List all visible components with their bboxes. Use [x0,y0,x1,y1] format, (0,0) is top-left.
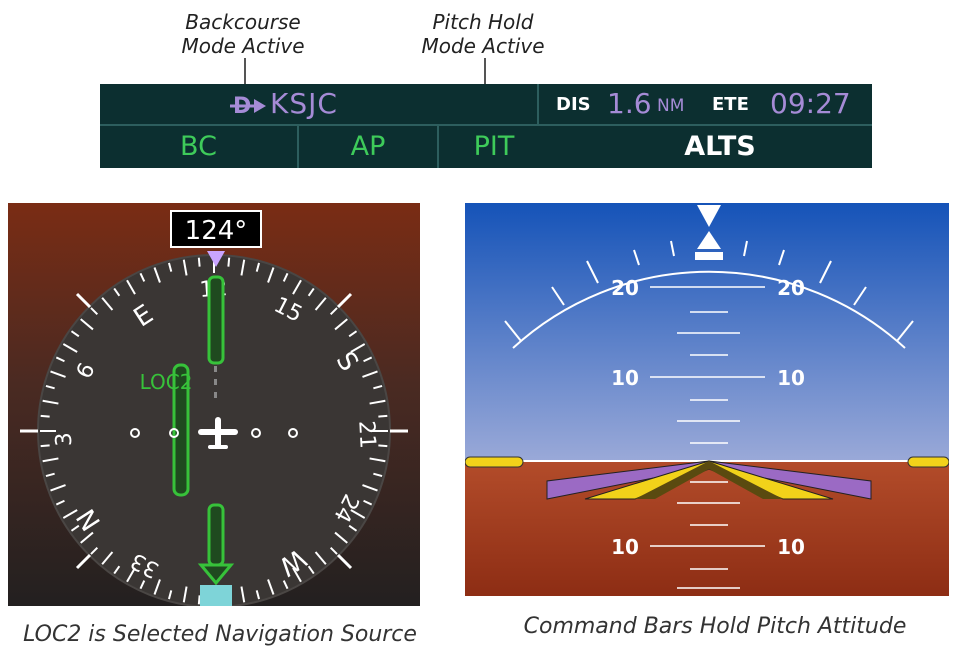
pitch-label-20-right: 20 [777,276,805,300]
pitch-label-10-left: 10 [611,366,639,390]
vertical-mode-annunciator: PIT [473,131,515,162]
autopilot-annunciator: AP [350,131,386,162]
navigation-status-bar: D KSJC DIS 1.6 NM ETE 09:27 BC AP PIT AL… [100,84,872,168]
pitch-label-20-left: 20 [611,276,639,300]
callout-pitch-hold: Pitch Hold Mode Active [408,10,558,58]
left-wing-marker [465,456,524,468]
compass-tick [378,414,388,418]
ete-label: ETE [712,94,749,115]
hsi-display: 12 15 S 21 24 W 33 N 3 6 E 124° LOC2 [8,203,420,606]
ete-value: 09:27 [770,87,851,120]
compass-tick [40,444,50,448]
pitch-label-neg10-right: 10 [777,535,805,559]
callout-backcourse: Backcourse Mode Active [168,10,318,58]
label-3: 3 [52,432,78,447]
compass-tick [227,257,231,267]
roll-pointer-base [695,252,723,260]
callout-backcourse-line2: Mode Active [181,34,305,58]
pitch-label-10-right: 10 [777,366,805,390]
callout-backcourse-line1: Backcourse [185,10,301,34]
right-wing-marker [907,456,949,468]
distance-label: DIS [556,94,591,115]
distance-unit: NM [657,96,685,116]
callout-pitch-line1: Pitch Hold [432,10,534,34]
compass-tick [40,414,50,418]
compass-tick [197,595,201,605]
compass-tick [197,257,201,267]
hsi-caption: LOC2 is Selected Navigation Source [23,622,417,647]
callout-pitch-line2: Mode Active [421,34,545,58]
direct-to-icon: D [230,94,266,119]
lateral-mode-annunciator: BC [180,131,217,162]
heading-readout: 124° [185,216,248,246]
status-bar-separator [537,84,539,124]
destination-waypoint: KSJC [270,87,338,120]
attitude-caption: Command Bars Hold Pitch Attitude [523,614,907,639]
nav-source-label: LOC2 [140,370,193,394]
course-reciprocal-dots [214,366,217,398]
bearing-pointer-tail [200,585,232,606]
pitch-label-neg10-left: 10 [611,535,639,559]
attitude-indicator: 20 20 10 10 10 10 [465,203,949,596]
distance-value: 1.6 [607,87,652,120]
armed-mode-annunciator: ALTS [684,131,756,162]
label-21: 21 [353,420,379,449]
